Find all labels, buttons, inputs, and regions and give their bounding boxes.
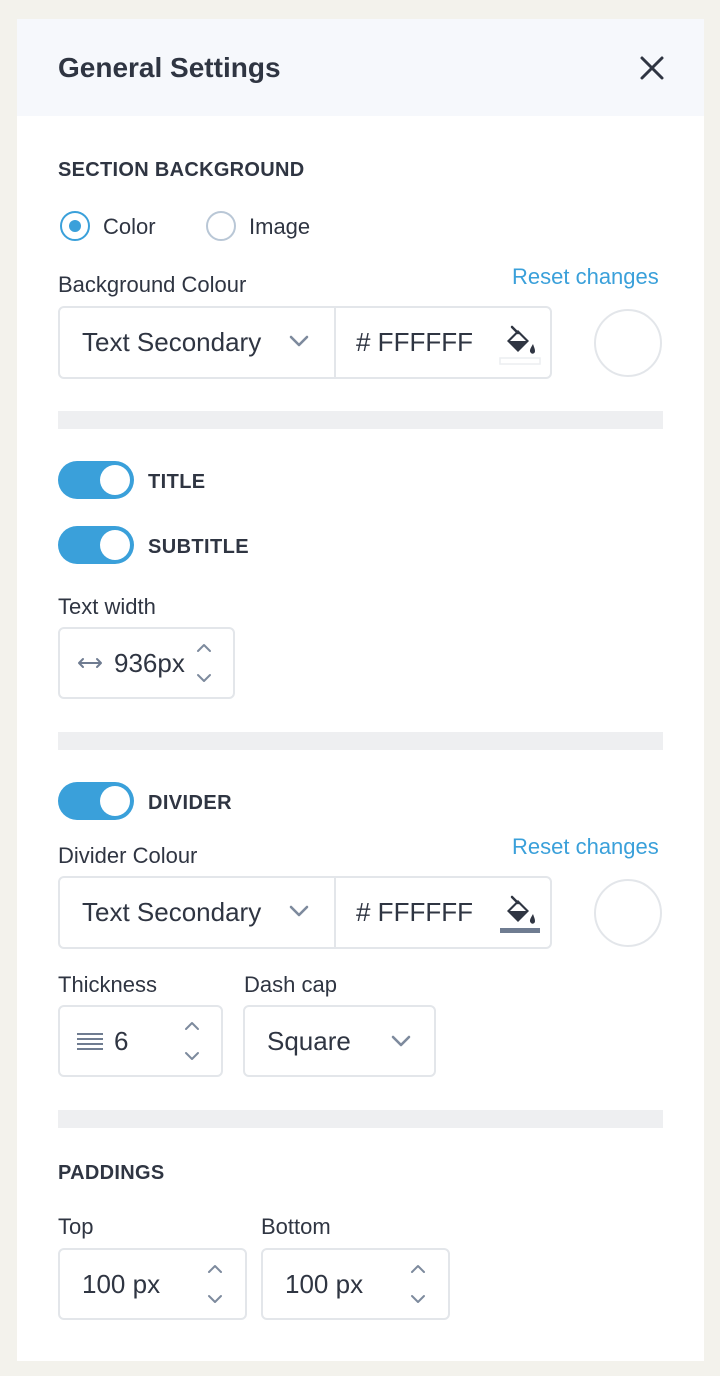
radio-color[interactable]: Color: [58, 209, 188, 245]
settings-panel: General Settings SECTION BACKGROUND Colo…: [17, 19, 704, 1361]
reset-divider-link[interactable]: Reset changes: [512, 834, 659, 860]
padding-bottom-input[interactable]: 100 px: [285, 1269, 363, 1300]
radio-image-button[interactable]: [206, 211, 236, 241]
dash-cap-select[interactable]: Square: [243, 1005, 436, 1077]
padding-top-field: 100 px: [58, 1248, 247, 1320]
thickness-increment[interactable]: [182, 1017, 202, 1035]
chevron-down-icon: [185, 1052, 199, 1060]
chevron-up-icon: [411, 1265, 425, 1273]
chevron-up-icon: [208, 1265, 222, 1273]
text-width-label: Text width: [58, 594, 156, 619]
panel-title: General Settings: [58, 52, 281, 83]
chevron-down-icon: [197, 674, 211, 682]
padding-top-input[interactable]: 100 px: [82, 1269, 160, 1300]
padding-top-label: Top: [58, 1214, 94, 1239]
section-divider: [58, 732, 663, 750]
panel-header: General Settings: [17, 19, 704, 116]
divider-hex-input[interactable]: # FFFFFF: [356, 897, 473, 928]
paddings-heading: PADDINGS: [58, 1162, 165, 1184]
chevron-down-icon: [411, 1295, 425, 1303]
paint-bucket-icon: [499, 325, 541, 365]
title-toggle-label: TITLE: [148, 471, 206, 493]
chevron-down-icon: [289, 335, 309, 347]
subtitle-toggle[interactable]: [58, 526, 134, 564]
radio-color-label: Color: [103, 214, 156, 239]
section-divider: [58, 1110, 663, 1128]
radio-image[interactable]: Image: [204, 209, 334, 245]
close-icon: [640, 56, 664, 80]
divider-fill-button[interactable]: [497, 892, 541, 936]
background-colour-swatch[interactable]: [594, 309, 662, 377]
padding-bottom-label: Bottom: [261, 1214, 331, 1239]
divider-colour-select-value: Text Secondary: [82, 897, 262, 927]
padding-bottom-field: 100 px: [261, 1248, 450, 1320]
divider-colour-label: Divider Colour: [58, 843, 198, 868]
chevron-down-icon: [208, 1295, 222, 1303]
thickness-label: Thickness: [58, 972, 158, 997]
text-width-input[interactable]: 936px: [114, 648, 185, 679]
thickness-decrement[interactable]: [182, 1047, 202, 1065]
reset-background-link[interactable]: Reset changes: [512, 264, 659, 290]
background-fill-button[interactable]: [497, 322, 541, 366]
divider-colour-swatch[interactable]: [594, 879, 662, 947]
section-background-heading: SECTION BACKGROUND: [58, 159, 305, 181]
close-button[interactable]: [634, 50, 670, 86]
title-toggle[interactable]: [58, 461, 134, 499]
background-colour-field: Text Secondary # FFFFFF: [58, 306, 552, 379]
background-hex-input[interactable]: # FFFFFF: [356, 327, 473, 358]
divider-toggle-label: DIVIDER: [148, 792, 232, 814]
subtitle-toggle-label: SUBTITLE: [148, 536, 249, 558]
horizontal-arrows-icon: [78, 658, 102, 668]
divider-colour-field: Text Secondary # FFFFFF: [58, 876, 552, 949]
chevron-up-icon: [197, 644, 211, 652]
chevron-down-icon: [391, 1035, 411, 1047]
thickness-input[interactable]: 6: [114, 1026, 128, 1057]
divider-toggle[interactable]: [58, 782, 134, 820]
text-width-increment[interactable]: [194, 639, 214, 657]
dash-cap-label: Dash cap: [244, 972, 337, 997]
dash-cap-value: Square: [267, 1026, 351, 1056]
radio-color-button[interactable]: [60, 211, 90, 241]
background-colour-select-value: Text Secondary: [82, 327, 262, 357]
divider-colour-select[interactable]: Text Secondary: [60, 878, 336, 947]
padding-bottom-decrement[interactable]: [408, 1290, 428, 1308]
padding-bottom-increment[interactable]: [408, 1260, 428, 1278]
line-weight-icon: [77, 1033, 103, 1050]
background-colour-label: Background Colour: [58, 272, 247, 297]
padding-top-increment[interactable]: [205, 1260, 225, 1278]
chevron-up-icon: [185, 1022, 199, 1030]
paint-bucket-icon: [500, 895, 540, 933]
text-width-field: 936px: [58, 627, 235, 699]
padding-top-decrement[interactable]: [205, 1290, 225, 1308]
background-colour-select[interactable]: Text Secondary: [60, 308, 336, 377]
chevron-down-icon: [289, 905, 309, 917]
thickness-field: 6: [58, 1005, 223, 1077]
section-divider: [58, 411, 663, 429]
radio-image-label: Image: [249, 214, 311, 239]
text-width-decrement[interactable]: [194, 669, 214, 687]
